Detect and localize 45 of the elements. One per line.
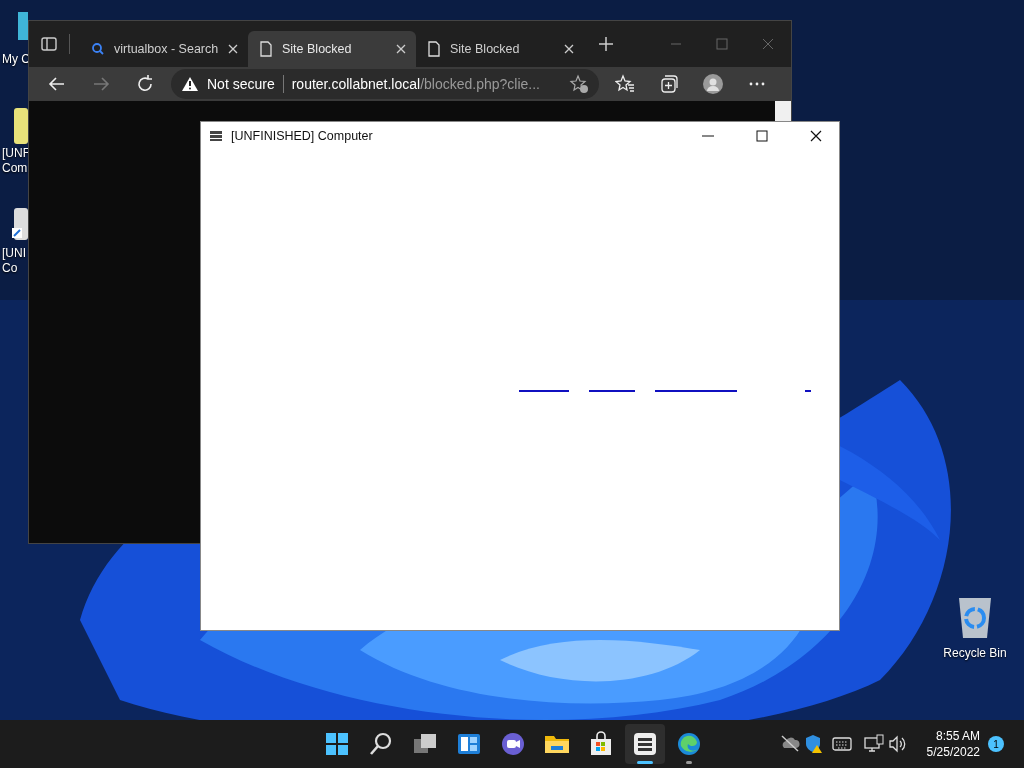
close-icon[interactable] [228,44,238,54]
search-icon [368,731,394,757]
edge-icon [676,731,702,757]
desktop-icon-label[interactable]: [UNI [0,246,26,261]
collections-icon[interactable] [659,74,679,94]
network-icon[interactable] [864,734,884,754]
desktop-icon-label[interactable]: [UNF [0,146,30,161]
new-tab-icon[interactable] [598,36,614,52]
refresh-icon[interactable] [135,74,155,94]
profile-icon[interactable] [703,74,723,94]
warning-icon [181,76,199,92]
browser-tab[interactable]: Site Blocked [248,31,416,67]
scrollbar[interactable] [775,101,791,123]
maximize-icon[interactable] [754,128,770,144]
clock-time[interactable]: 8:55 AM [935,728,980,744]
search-icon [90,41,106,57]
browser-tab[interactable]: Site Blocked [416,31,584,67]
page-icon [426,41,442,57]
recycle-bin-label[interactable]: Recycle Bin [943,644,1007,662]
store-icon [588,731,614,757]
desktop-icon-label[interactable]: Co [0,261,18,276]
clock-date[interactable]: 5/25/2022 [926,744,980,760]
chat-icon [500,731,526,757]
sidebar-icon[interactable] [39,34,59,54]
browser-tab[interactable]: virtualbox - Search [80,31,248,67]
shield-warning-icon[interactable] [804,734,824,754]
address-bar[interactable]: Not secure router.collabnet.local/blocked.php?clie... [171,69,599,99]
app-icon [632,731,658,757]
close-icon[interactable] [396,44,406,54]
cloud-off-icon[interactable] [780,734,800,754]
url-text: router.collabnet.local/blocked.php?clie... [291,74,540,94]
app-icon [209,130,223,142]
keyboard-icon[interactable] [832,734,852,754]
start-icon [324,731,350,757]
taskbar-app[interactable] [625,724,665,764]
favorites-icon[interactable] [615,74,635,94]
page-icon [258,41,274,57]
close-icon[interactable] [564,44,574,54]
volume-icon[interactable] [888,734,908,754]
security-label: Not secure [207,74,275,94]
widgets-icon [456,731,482,757]
window-title: [UNFINISHED] Computer [231,127,373,145]
star-add-icon[interactable] [569,74,589,94]
close-icon[interactable] [808,128,824,144]
desktop-icon-label[interactable]: Com [0,161,28,176]
